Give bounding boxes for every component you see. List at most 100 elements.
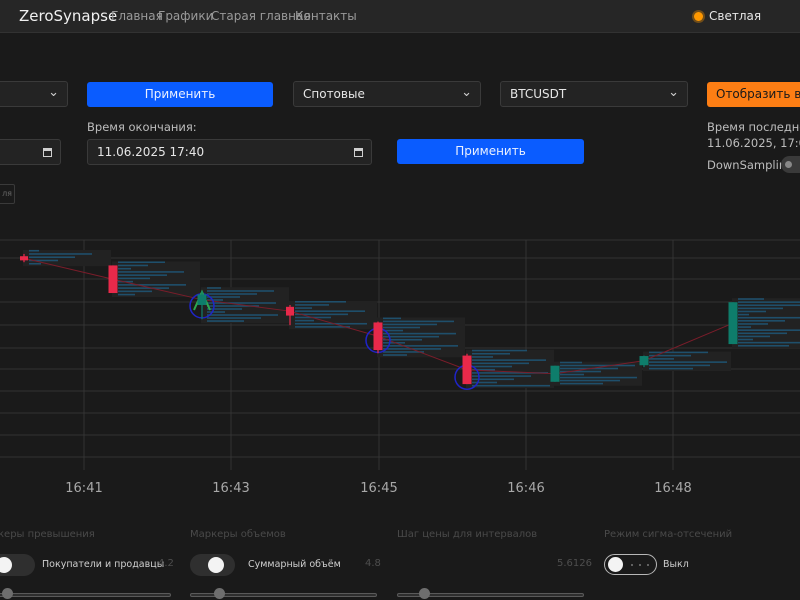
profile-bar (118, 284, 186, 286)
excess-value: 4.2 (158, 558, 174, 569)
excess-markers-toggle[interactable] (0, 554, 35, 576)
price-step-label: Шаг цены для интервалов (397, 529, 538, 540)
toggle-knob (785, 161, 792, 168)
nav-link-contacts[interactable]: Контакты (295, 9, 357, 23)
profile-bar (295, 307, 312, 309)
candle-body (550, 365, 560, 382)
market-type-select[interactable]: Спотовые ⌄ (293, 81, 481, 107)
volume-markers-toggle[interactable] (190, 554, 235, 576)
candle-body (197, 294, 207, 305)
theme-toggle[interactable]: Светлая (694, 9, 761, 23)
profile-bar (383, 335, 439, 338)
excess-markers-label: керы превышения (0, 529, 95, 540)
profile-bar (207, 320, 244, 322)
profile-bar (649, 367, 693, 370)
profile-bar (207, 308, 242, 310)
show-all-button[interactable]: Отобразить все к (707, 82, 800, 107)
x-tick-label: 16:41 (65, 481, 102, 496)
end-time-input[interactable]: 11.06.2025 17:40 (87, 139, 372, 165)
toggle-dot (647, 564, 649, 566)
start-time-input[interactable] (0, 139, 61, 165)
profile-bar (118, 274, 167, 276)
toggle-dot (639, 564, 641, 566)
candlestick-chart[interactable]: 16:41 16:43 16:45 16:46 16:48 (0, 230, 800, 500)
profile-bar (560, 379, 620, 382)
nav-link-home[interactable]: Главная (111, 9, 163, 23)
volume-toggle-label: Суммарный объём (248, 559, 341, 570)
profile-bar (118, 271, 184, 273)
excess-toggle-label: Покупатели и продавцы (42, 559, 165, 570)
x-tick-label: 16:43 (212, 481, 249, 496)
market-type-value: Спотовые (303, 87, 365, 101)
apply-button-top[interactable]: Применить (87, 82, 273, 107)
candle-body (108, 265, 118, 294)
excess-slider[interactable] (0, 593, 171, 597)
candle-body (286, 306, 294, 316)
profile-bar (472, 352, 510, 355)
profile-bar (738, 344, 789, 347)
profile-bar (207, 302, 276, 304)
profile-bar (472, 365, 512, 368)
profile-bar (738, 310, 766, 313)
profile-bar (738, 341, 800, 344)
profile-bar (29, 256, 75, 259)
profile-bar (472, 375, 531, 377)
price-step-value: 5.6126 (557, 558, 592, 569)
profile-bar (118, 267, 131, 270)
last-update-value: 11.06.2025, 17:05:16 (707, 136, 800, 150)
sigma-mode-toggle[interactable] (604, 554, 657, 575)
profile-bar (738, 320, 785, 322)
profile-bar (118, 290, 152, 293)
profile-bar (118, 261, 165, 264)
price-step-slider-handle[interactable] (419, 588, 430, 599)
profile-bar (29, 253, 92, 255)
profile-bar (472, 381, 497, 384)
profile-bar (472, 359, 546, 361)
chevron-down-icon: ⌄ (668, 85, 679, 100)
excess-slider-handle[interactable] (2, 588, 13, 599)
profile-bar (738, 307, 783, 310)
profile-bar (207, 293, 257, 295)
nav-link-charts[interactable]: Графики (158, 9, 213, 23)
profile-bar (383, 326, 420, 329)
profile-bar (383, 332, 456, 335)
profile-bar (472, 362, 529, 365)
profile-bar (295, 300, 346, 303)
profile-bar (560, 361, 582, 364)
profile-bar (207, 314, 278, 316)
apply-button-bottom[interactable]: Применить (397, 139, 584, 164)
profile-bar (118, 287, 169, 289)
candle-body (20, 256, 28, 261)
candle-body (639, 356, 649, 366)
profile-bar (118, 293, 135, 296)
profile-bar (29, 249, 39, 252)
calendar-icon (354, 148, 363, 157)
profile-bar (295, 319, 314, 322)
sigma-mode-label: Режим сигма-отсечений (604, 529, 733, 540)
profile-bar (738, 304, 800, 307)
x-axis-ticks: 16:41 16:43 16:45 16:46 16:48 (65, 481, 691, 496)
profile-bar (649, 351, 708, 354)
profile-bar (649, 358, 674, 360)
end-time-label: Время окончания: (87, 120, 197, 134)
profile-bar (118, 277, 150, 280)
volume-slider-handle[interactable] (214, 588, 225, 599)
profile-bar (207, 287, 221, 289)
legend-box[interactable]: ля (0, 184, 15, 204)
profile-bar (738, 326, 751, 328)
x-tick-label: 16:46 (507, 481, 544, 496)
chevron-down-icon: ⌄ (48, 85, 59, 100)
symbol-select[interactable]: BTCUSDT ⌄ (500, 81, 688, 107)
sigma-toggle-label: Выкл (663, 559, 689, 570)
downsampling-toggle[interactable] (781, 156, 800, 173)
navbar: ZeroSynapse Главная Графики Старая главн… (0, 0, 800, 33)
toggle-dot (631, 564, 633, 566)
profile-bar (472, 349, 527, 352)
profile-bar (560, 364, 635, 367)
timeframe-select[interactable]: ⌄ (0, 81, 68, 107)
profile-bar (295, 310, 365, 312)
profile-bar (738, 338, 753, 341)
volume-value: 4.8 (365, 558, 381, 569)
last-update-label: Время последней з (707, 120, 800, 134)
brand-logo[interactable]: ZeroSynapse (19, 7, 117, 25)
